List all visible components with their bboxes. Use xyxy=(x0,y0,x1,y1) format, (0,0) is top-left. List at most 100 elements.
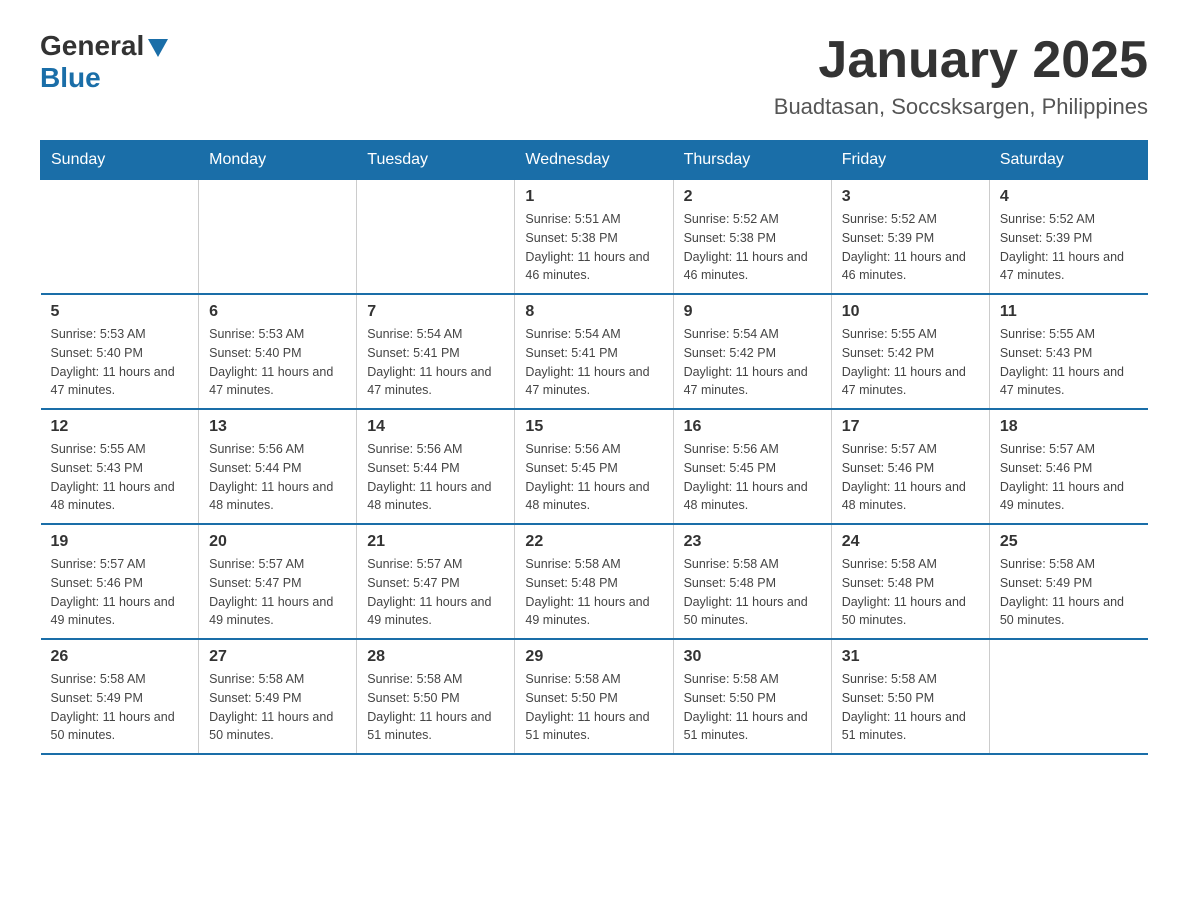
day-info: Sunrise: 5:51 AM Sunset: 5:38 PM Dayligh… xyxy=(525,210,662,285)
day-number: 21 xyxy=(367,533,504,551)
calendar-cell: 29 Sunrise: 5:58 AM Sunset: 5:50 PM Dayli… xyxy=(515,639,673,754)
day-number: 3 xyxy=(842,188,979,206)
day-info: Sunrise: 5:58 AM Sunset: 5:48 PM Dayligh… xyxy=(684,555,821,630)
weekday-header-friday: Friday xyxy=(831,141,989,180)
weekday-header-sunday: Sunday xyxy=(41,141,199,180)
weekday-header-row: SundayMondayTuesdayWednesdayThursdayFrid… xyxy=(41,141,1148,180)
day-number: 23 xyxy=(684,533,821,551)
calendar-cell: 22 Sunrise: 5:58 AM Sunset: 5:48 PM Dayli… xyxy=(515,524,673,639)
calendar-cell: 15 Sunrise: 5:56 AM Sunset: 5:45 PM Dayli… xyxy=(515,409,673,524)
calendar-cell: 3 Sunrise: 5:52 AM Sunset: 5:39 PM Daylig… xyxy=(831,180,989,295)
calendar-cell: 8Sunrise: 5:54 AM Sunset: 5:41 PM Daylig… xyxy=(515,294,673,409)
day-number: 18 xyxy=(1000,418,1138,436)
day-info: Sunrise: 5:58 AM Sunset: 5:48 PM Dayligh… xyxy=(525,555,662,630)
day-info: Sunrise: 5:57 AM Sunset: 5:47 PM Dayligh… xyxy=(209,555,346,630)
day-number: 2 xyxy=(684,188,821,206)
month-title: January 2025 xyxy=(774,30,1148,90)
calendar-cell: 28Sunrise: 5:58 AM Sunset: 5:50 PM Dayli… xyxy=(357,639,515,754)
day-number: 12 xyxy=(51,418,189,436)
logo-arrow-icon xyxy=(148,39,168,57)
day-number: 30 xyxy=(684,648,821,666)
calendar-cell: 1 Sunrise: 5:51 AM Sunset: 5:38 PM Daylig… xyxy=(515,180,673,295)
calendar-cell: 16Sunrise: 5:56 AM Sunset: 5:45 PM Dayli… xyxy=(673,409,831,524)
calendar-cell: 5 Sunrise: 5:53 AM Sunset: 5:40 PM Daylig… xyxy=(41,294,199,409)
day-info: Sunrise: 5:56 AM Sunset: 5:45 PM Dayligh… xyxy=(684,440,821,515)
day-info: Sunrise: 5:54 AM Sunset: 5:42 PM Dayligh… xyxy=(684,325,821,400)
calendar-cell: 18 Sunrise: 5:57 AM Sunset: 5:46 PM Dayli… xyxy=(989,409,1147,524)
calendar-cell: 17 Sunrise: 5:57 AM Sunset: 5:46 PM Dayli… xyxy=(831,409,989,524)
day-number: 1 xyxy=(525,188,662,206)
day-info: Sunrise: 5:57 AM Sunset: 5:47 PM Dayligh… xyxy=(367,555,504,630)
calendar-cell: 7 Sunrise: 5:54 AM Sunset: 5:41 PM Daylig… xyxy=(357,294,515,409)
day-info: Sunrise: 5:57 AM Sunset: 5:46 PM Dayligh… xyxy=(1000,440,1138,515)
day-number: 13 xyxy=(209,418,346,436)
calendar-cell: 21 Sunrise: 5:57 AM Sunset: 5:47 PM Dayli… xyxy=(357,524,515,639)
weekday-header-wednesday: Wednesday xyxy=(515,141,673,180)
calendar-table: SundayMondayTuesdayWednesdayThursdayFrid… xyxy=(40,140,1148,755)
day-info: Sunrise: 5:57 AM Sunset: 5:46 PM Dayligh… xyxy=(842,440,979,515)
weekday-header-saturday: Saturday xyxy=(989,141,1147,180)
day-info: Sunrise: 5:58 AM Sunset: 5:48 PM Dayligh… xyxy=(842,555,979,630)
day-number: 6 xyxy=(209,303,346,321)
day-number: 25 xyxy=(1000,533,1138,551)
weekday-header-thursday: Thursday xyxy=(673,141,831,180)
day-info: Sunrise: 5:52 AM Sunset: 5:39 PM Dayligh… xyxy=(1000,210,1138,285)
day-number: 5 xyxy=(51,303,189,321)
calendar-cell: 9 Sunrise: 5:54 AM Sunset: 5:42 PM Daylig… xyxy=(673,294,831,409)
day-info: Sunrise: 5:58 AM Sunset: 5:50 PM Dayligh… xyxy=(684,670,821,745)
day-number: 14 xyxy=(367,418,504,436)
day-info: Sunrise: 5:58 AM Sunset: 5:50 PM Dayligh… xyxy=(842,670,979,745)
day-info: Sunrise: 5:53 AM Sunset: 5:40 PM Dayligh… xyxy=(51,325,189,400)
week-row-1: 1 Sunrise: 5:51 AM Sunset: 5:38 PM Daylig… xyxy=(41,180,1148,295)
day-info: Sunrise: 5:55 AM Sunset: 5:43 PM Dayligh… xyxy=(1000,325,1138,400)
day-number: 19 xyxy=(51,533,189,551)
day-info: Sunrise: 5:56 AM Sunset: 5:44 PM Dayligh… xyxy=(209,440,346,515)
calendar-cell: 2 Sunrise: 5:52 AM Sunset: 5:38 PM Daylig… xyxy=(673,180,831,295)
calendar-cell: 11 Sunrise: 5:55 AM Sunset: 5:43 PM Dayli… xyxy=(989,294,1147,409)
week-row-5: 26Sunrise: 5:58 AM Sunset: 5:49 PM Dayli… xyxy=(41,639,1148,754)
calendar-cell: 23 Sunrise: 5:58 AM Sunset: 5:48 PM Dayli… xyxy=(673,524,831,639)
day-number: 27 xyxy=(209,648,346,666)
page-header: General Blue January 2025 Buadtasan, Soc… xyxy=(40,30,1148,120)
day-info: Sunrise: 5:56 AM Sunset: 5:44 PM Dayligh… xyxy=(367,440,504,515)
calendar-cell: 13 Sunrise: 5:56 AM Sunset: 5:44 PM Dayli… xyxy=(199,409,357,524)
calendar-cell: 12 Sunrise: 5:55 AM Sunset: 5:43 PM Dayli… xyxy=(41,409,199,524)
calendar-cell: 25Sunrise: 5:58 AM Sunset: 5:49 PM Dayli… xyxy=(989,524,1147,639)
day-number: 11 xyxy=(1000,303,1138,321)
location-title: Buadtasan, Soccsksargen, Philippines xyxy=(774,94,1148,120)
day-info: Sunrise: 5:54 AM Sunset: 5:41 PM Dayligh… xyxy=(367,325,504,400)
day-number: 17 xyxy=(842,418,979,436)
calendar-cell xyxy=(989,639,1147,754)
day-number: 15 xyxy=(525,418,662,436)
calendar-cell xyxy=(41,180,199,295)
day-info: Sunrise: 5:56 AM Sunset: 5:45 PM Dayligh… xyxy=(525,440,662,515)
week-row-4: 19Sunrise: 5:57 AM Sunset: 5:46 PM Dayli… xyxy=(41,524,1148,639)
day-number: 7 xyxy=(367,303,504,321)
day-number: 29 xyxy=(525,648,662,666)
logo: General Blue xyxy=(40,30,168,94)
calendar-cell: 14 Sunrise: 5:56 AM Sunset: 5:44 PM Dayli… xyxy=(357,409,515,524)
weekday-header-monday: Monday xyxy=(199,141,357,180)
day-info: Sunrise: 5:55 AM Sunset: 5:43 PM Dayligh… xyxy=(51,440,189,515)
calendar-cell: 30 Sunrise: 5:58 AM Sunset: 5:50 PM Dayli… xyxy=(673,639,831,754)
week-row-3: 12 Sunrise: 5:55 AM Sunset: 5:43 PM Dayli… xyxy=(41,409,1148,524)
calendar-cell xyxy=(199,180,357,295)
day-info: Sunrise: 5:55 AM Sunset: 5:42 PM Dayligh… xyxy=(842,325,979,400)
day-info: Sunrise: 5:54 AM Sunset: 5:41 PM Dayligh… xyxy=(525,325,662,400)
day-number: 22 xyxy=(525,533,662,551)
calendar-cell: 19Sunrise: 5:57 AM Sunset: 5:46 PM Dayli… xyxy=(41,524,199,639)
day-info: Sunrise: 5:52 AM Sunset: 5:38 PM Dayligh… xyxy=(684,210,821,285)
day-number: 9 xyxy=(684,303,821,321)
title-block: January 2025 Buadtasan, Soccsksargen, Ph… xyxy=(774,30,1148,120)
day-number: 10 xyxy=(842,303,979,321)
calendar-cell: 26Sunrise: 5:58 AM Sunset: 5:49 PM Dayli… xyxy=(41,639,199,754)
day-number: 20 xyxy=(209,533,346,551)
calendar-cell: 4Sunrise: 5:52 AM Sunset: 5:39 PM Daylig… xyxy=(989,180,1147,295)
day-number: 28 xyxy=(367,648,504,666)
week-row-2: 5 Sunrise: 5:53 AM Sunset: 5:40 PM Daylig… xyxy=(41,294,1148,409)
calendar-cell: 6Sunrise: 5:53 AM Sunset: 5:40 PM Daylig… xyxy=(199,294,357,409)
day-info: Sunrise: 5:58 AM Sunset: 5:49 PM Dayligh… xyxy=(209,670,346,745)
day-info: Sunrise: 5:52 AM Sunset: 5:39 PM Dayligh… xyxy=(842,210,979,285)
logo-general: General xyxy=(40,30,168,62)
day-info: Sunrise: 5:58 AM Sunset: 5:50 PM Dayligh… xyxy=(525,670,662,745)
